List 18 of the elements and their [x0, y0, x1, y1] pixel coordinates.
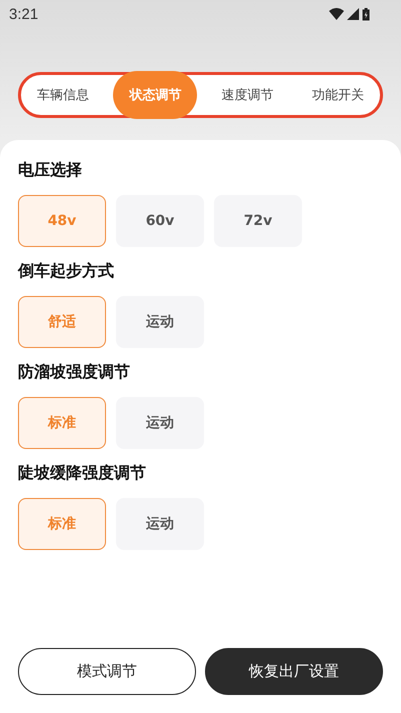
option-button[interactable]: 运动: [116, 296, 204, 348]
tab[interactable]: 车辆信息: [23, 71, 103, 119]
tab[interactable]: 功能开关: [298, 71, 378, 119]
wifi-icon: [329, 8, 344, 20]
option-button[interactable]: 60v: [116, 195, 204, 247]
option-button[interactable]: 运动: [116, 498, 204, 550]
section-title: 陡坡缓降强度调节: [18, 463, 147, 484]
status-time: 3:21: [9, 6, 38, 22]
battery-icon: [362, 8, 370, 20]
reset-button[interactable]: 恢复出厂设置: [205, 648, 383, 695]
option-button[interactable]: 72v: [214, 195, 302, 247]
section-title: 倒车起步方式: [18, 261, 115, 282]
section-title: 防溜坡强度调节: [18, 362, 131, 383]
option-button[interactable]: 运动: [116, 397, 204, 449]
mode-button[interactable]: 模式调节: [18, 648, 196, 695]
signal-icon: [347, 8, 359, 20]
tab[interactable]: 速度调节: [208, 71, 288, 119]
section-title: 电压选择: [18, 160, 83, 181]
